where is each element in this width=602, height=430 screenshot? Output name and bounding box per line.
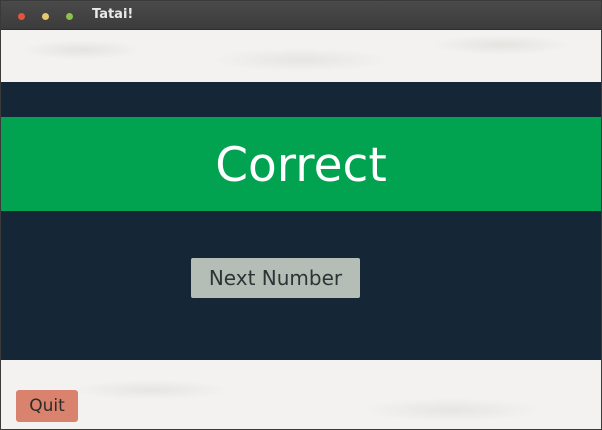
title-bar[interactable]: Tatai! <box>1 1 601 30</box>
main-content: Correct Next Number Quit <box>1 30 601 429</box>
window-title: Tatai! <box>92 7 134 22</box>
quit-button[interactable]: Quit <box>16 390 78 422</box>
maximize-window-icon[interactable] <box>66 13 73 20</box>
result-banner: Correct <box>1 117 601 211</box>
close-window-icon[interactable] <box>18 13 25 20</box>
result-message: Correct <box>215 137 387 193</box>
app-window: Tatai! Correct Next Number Quit <box>0 0 602 430</box>
minimize-window-icon[interactable] <box>42 13 49 20</box>
next-number-button[interactable]: Next Number <box>191 258 360 298</box>
